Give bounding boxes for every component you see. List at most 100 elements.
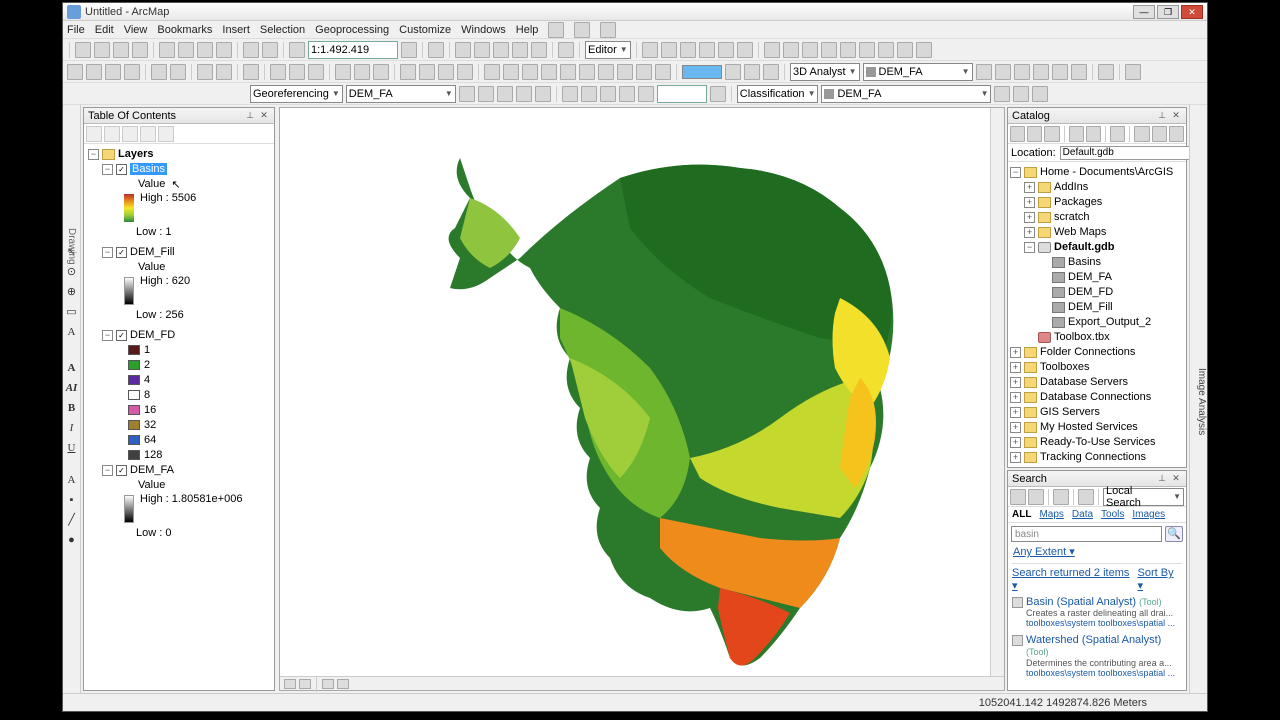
toolbar-icon[interactable] — [548, 22, 564, 38]
close-panel-icon[interactable]: ✕ — [1170, 110, 1182, 122]
catalog-item[interactable]: Web Maps — [1054, 226, 1106, 238]
tool-icon[interactable] — [764, 42, 780, 58]
tool-icon[interactable] — [1071, 64, 1087, 80]
tool-icon[interactable] — [497, 86, 513, 102]
catalog-item[interactable]: Packages — [1054, 196, 1102, 208]
tool-icon[interactable] — [1125, 64, 1141, 80]
fixed-zoom-in-icon[interactable] — [151, 64, 167, 80]
tool-icon[interactable] — [522, 64, 538, 80]
bold-icon[interactable]: B — [65, 401, 79, 415]
tool-icon[interactable] — [802, 42, 818, 58]
tool-icon[interactable] — [535, 86, 551, 102]
forward-icon[interactable] — [1028, 489, 1044, 505]
close-panel-icon[interactable]: ✕ — [1170, 473, 1182, 485]
tool-icon[interactable] — [503, 64, 519, 80]
select-icon[interactable] — [243, 64, 259, 80]
connect-icon[interactable] — [1134, 126, 1149, 142]
tool-icon[interactable] — [737, 42, 753, 58]
tool-icon[interactable] — [1152, 126, 1167, 142]
catalog-item[interactable]: AddIns — [1054, 181, 1088, 193]
extent-link[interactable]: Any Extent ▾ — [1013, 546, 1075, 558]
tool-icon[interactable] — [581, 86, 597, 102]
layer-dem-fa[interactable]: DEM_FA — [130, 464, 174, 476]
tool-icon[interactable] — [636, 64, 652, 80]
classification-dropdown[interactable]: Classification▼ — [737, 85, 819, 103]
tool-icon[interactable] — [484, 64, 500, 80]
catalog-item[interactable]: Toolboxes — [1040, 361, 1090, 373]
tool-icon[interactable] — [821, 42, 837, 58]
catalog-item[interactable]: Database Servers — [1040, 376, 1128, 388]
catalog-item[interactable]: Tracking Connections — [1040, 451, 1146, 463]
result-title[interactable]: Watershed — [1026, 634, 1079, 646]
menu-view[interactable]: View — [124, 24, 148, 36]
menu-geoprocessing[interactable]: Geoprocessing — [315, 24, 389, 36]
tool-icon[interactable] — [619, 86, 635, 102]
data-view-icon[interactable] — [284, 679, 296, 689]
tool-icon[interactable] — [916, 42, 932, 58]
catalog-item[interactable]: Database Connections — [1040, 391, 1151, 403]
tool-icon[interactable] — [642, 42, 658, 58]
results-count[interactable]: Search returned 2 items ▾ — [1012, 567, 1138, 592]
expand-icon[interactable]: + — [1024, 182, 1035, 193]
add-data-icon[interactable] — [289, 42, 305, 58]
font-ai-icon[interactable]: AI — [65, 381, 79, 395]
back-icon[interactable] — [197, 64, 213, 80]
rect-icon[interactable]: ▭ — [65, 305, 79, 319]
pin-icon[interactable]: ⊥ — [1156, 110, 1168, 122]
zoom-out-icon[interactable] — [86, 64, 102, 80]
find-icon[interactable] — [335, 64, 351, 80]
expand-icon[interactable]: + — [1010, 437, 1021, 448]
layer-checkbox[interactable]: ✓ — [116, 164, 127, 175]
tool-icon[interactable] — [400, 64, 416, 80]
tool-icon[interactable] — [478, 86, 494, 102]
collapse-icon[interactable]: − — [1010, 167, 1021, 178]
underline-icon[interactable]: U — [65, 441, 79, 455]
tab-all[interactable]: ALL — [1012, 509, 1031, 520]
menu-file[interactable]: File — [67, 24, 85, 36]
tool-icon[interactable] — [725, 64, 741, 80]
maximize-button[interactable]: ❐ — [1157, 5, 1179, 19]
catalog-item[interactable]: Export_Output_2 — [1068, 316, 1151, 328]
zoom-icon[interactable]: ⊕ — [65, 285, 79, 299]
tool-icon[interactable] — [1086, 126, 1101, 142]
list-by-drawing-icon[interactable] — [86, 126, 102, 142]
tool-icon[interactable] — [638, 86, 654, 102]
text-a-icon[interactable]: A — [65, 325, 79, 339]
sort-by[interactable]: Sort By ▾ — [1138, 567, 1183, 592]
catalog-item[interactable]: Folder Connections — [1040, 346, 1135, 358]
catalog-item[interactable]: DEM_FA — [1068, 271, 1112, 283]
expand-icon[interactable]: + — [1010, 422, 1021, 433]
search-scope-dropdown[interactable]: Local Search▼ — [1103, 488, 1184, 506]
back-icon[interactable] — [1010, 489, 1026, 505]
close-panel-icon[interactable]: ✕ — [258, 110, 270, 122]
tool-icon[interactable] — [995, 64, 1011, 80]
measure-icon[interactable] — [373, 64, 389, 80]
tool-icon[interactable] — [308, 64, 324, 80]
tool-icon[interactable] — [455, 42, 471, 58]
analyst-dropdown[interactable]: 3D Analyst▼ — [790, 63, 860, 81]
copy-icon[interactable] — [178, 42, 194, 58]
tool-icon[interactable] — [718, 42, 734, 58]
list-by-selection-icon[interactable] — [140, 126, 156, 142]
pin-icon[interactable]: ⊥ — [1156, 473, 1168, 485]
tool-icon[interactable] — [459, 86, 475, 102]
menu-insert[interactable]: Insert — [222, 24, 250, 36]
line-icon[interactable]: ╱ — [65, 513, 79, 527]
result-path[interactable]: toolboxes\system toolboxes\spatial ... — [1026, 668, 1182, 678]
tool-icon[interactable] — [783, 42, 799, 58]
tool-icon[interactable] — [699, 42, 715, 58]
view-icon[interactable] — [1110, 126, 1125, 142]
collapse-icon[interactable]: − — [1024, 242, 1035, 253]
result-path[interactable]: toolboxes\system toolboxes\spatial ... — [1026, 618, 1182, 628]
georef-layer-dropdown[interactable]: DEM_FA▼ — [346, 85, 456, 103]
catalog-item[interactable]: DEM_FD — [1068, 286, 1113, 298]
tool-icon[interactable] — [1013, 86, 1029, 102]
tool-icon[interactable] — [710, 86, 726, 102]
rotate-icon[interactable]: ⊙ — [65, 265, 79, 279]
editor-toolbar-icon[interactable] — [428, 42, 444, 58]
tool-icon[interactable] — [289, 64, 305, 80]
catalog-item[interactable]: GIS Servers — [1040, 406, 1100, 418]
catalog-toolbox[interactable]: Toolbox.tbx — [1054, 331, 1110, 343]
fixed-zoom-out-icon[interactable] — [170, 64, 186, 80]
tool-icon[interactable] — [859, 42, 875, 58]
